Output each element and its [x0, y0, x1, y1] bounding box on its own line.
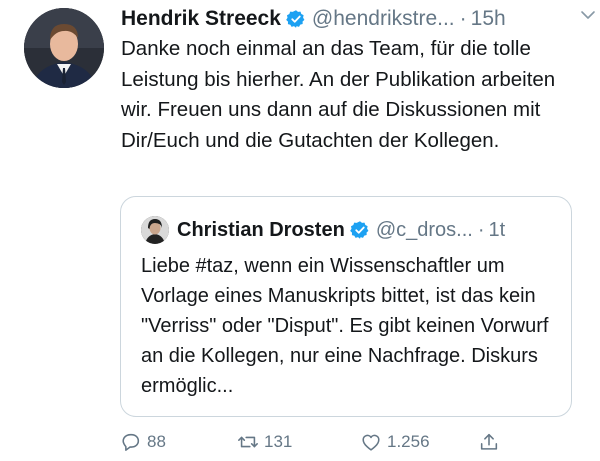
- like-count: 1.256: [387, 432, 430, 451]
- retweet-button[interactable]: 131: [237, 428, 292, 456]
- author-handle[interactable]: @hendrikstre...: [312, 7, 455, 31]
- reply-button[interactable]: 88: [120, 428, 166, 456]
- separator-dot: ·: [477, 218, 485, 241]
- chevron-down-icon[interactable]: [580, 7, 596, 23]
- quoted-author-avatar: [141, 216, 169, 244]
- tweet-header: Hendrik Streeck @hendrikstre... · 15h: [121, 4, 581, 34]
- like-button[interactable]: 1.256: [360, 428, 430, 456]
- quoted-tweet-timestamp[interactable]: 1t: [489, 219, 506, 242]
- verified-badge-icon: [286, 9, 306, 29]
- quoted-tweet-header: Christian Drosten @c_dros... · 1t: [141, 215, 505, 245]
- separator-dot: ·: [459, 7, 467, 30]
- author-name[interactable]: Hendrik Streeck: [121, 7, 281, 31]
- verified-badge-icon: [349, 220, 370, 240]
- tweet-actions: 88 131 1.256: [120, 428, 590, 456]
- share-button[interactable]: [478, 428, 505, 456]
- tweet-timestamp[interactable]: 15h: [471, 7, 506, 31]
- reply-icon: [122, 433, 140, 451]
- tweet-text: Danke noch einmal an das Team, für die t…: [121, 37, 556, 152]
- reply-count: 88: [147, 432, 166, 451]
- retweet-count: 131: [264, 432, 293, 451]
- author-avatar[interactable]: [24, 8, 104, 88]
- quoted-tweet-text: Liebe #taz, wenn ein Wissenschaftler um …: [141, 255, 549, 397]
- like-icon: [362, 434, 380, 451]
- quoted-tweet-card[interactable]: Christian Drosten @c_dros... · 1t Liebe …: [120, 196, 572, 417]
- quoted-author-name[interactable]: Christian Drosten: [177, 219, 345, 242]
- quoted-author-handle[interactable]: @c_dros...: [376, 219, 473, 242]
- retweet-icon: [238, 436, 258, 448]
- share-icon: [480, 433, 498, 450]
